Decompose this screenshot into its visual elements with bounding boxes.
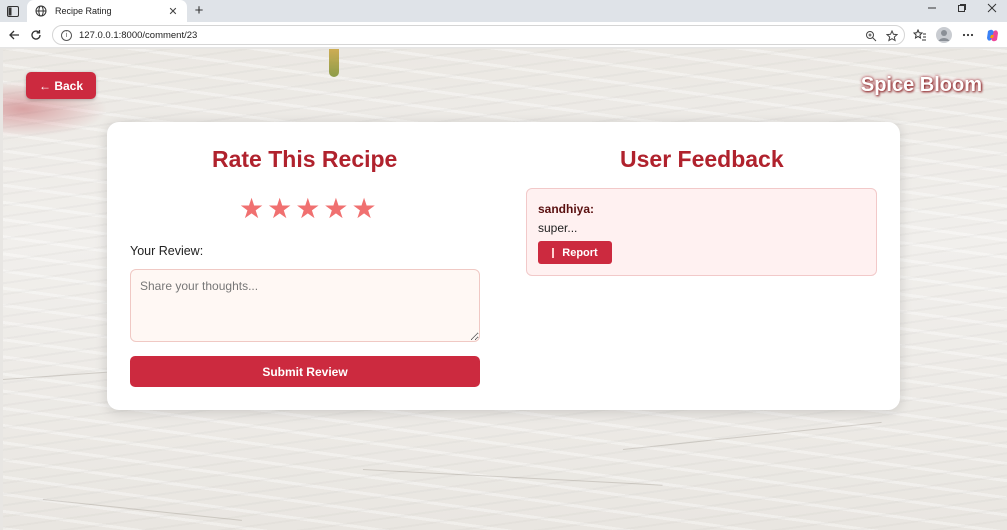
report-button[interactable]: Report (538, 241, 612, 264)
star-icon[interactable]: ★ (295, 195, 320, 223)
star-icon[interactable]: ★ (323, 195, 348, 223)
wood-grain (622, 421, 882, 450)
url-text: 127.0.0.1:8000/comment/23 (79, 29, 198, 41)
browser-tab[interactable]: Recipe Rating ✕ (27, 0, 187, 22)
submit-review-button[interactable]: Submit Review (130, 356, 480, 387)
address-bar: i 127.0.0.1:8000/comment/23 (0, 22, 1007, 48)
star-rating: ★ ★ ★ ★ ★ (239, 195, 377, 223)
globe-icon (35, 5, 47, 17)
back-icon[interactable] (6, 27, 22, 43)
info-icon[interactable]: i (61, 29, 72, 41)
favorites-icon[interactable] (912, 27, 928, 43)
profile-icon[interactable] (936, 27, 952, 43)
tab-title: Recipe Rating (55, 6, 112, 16)
copilot-icon[interactable] (984, 27, 1000, 43)
wood-grain (42, 499, 242, 521)
report-label: Report (562, 246, 598, 259)
zoom-icon[interactable] (864, 29, 878, 43)
page-background: ← Back Spice Bloom Rate This Recipe ★ ★ … (3, 49, 1007, 530)
review-label: Your Review: (130, 244, 204, 258)
decorative-sprig (329, 49, 339, 77)
back-button[interactable]: ← Back (26, 72, 96, 99)
close-icon[interactable] (985, 3, 999, 16)
refresh-icon[interactable] (28, 27, 44, 43)
url-field[interactable]: i 127.0.0.1:8000/comment/23 (52, 25, 905, 45)
close-icon[interactable]: ✕ (167, 5, 179, 18)
rating-title: Rate This Recipe (212, 146, 398, 172)
review-input[interactable] (130, 269, 480, 342)
star-icon[interactable]: ★ (267, 195, 292, 223)
main-card: Rate This Recipe ★ ★ ★ ★ ★ Your Review: … (107, 122, 900, 410)
feedback-title: User Feedback (620, 146, 784, 172)
plus-icon[interactable]: + (192, 2, 206, 19)
flag-icon (552, 247, 555, 258)
minimize-icon[interactable] (925, 3, 939, 16)
more-icon[interactable] (960, 27, 976, 43)
browser-tab-bar: Recipe Rating ✕ + (0, 0, 1007, 22)
feedback-user: sandhiya: (538, 202, 595, 216)
wood-grain (362, 469, 663, 486)
star-icon[interactable] (885, 29, 899, 43)
sidebar-icon[interactable] (6, 4, 20, 18)
star-icon[interactable]: ★ (351, 195, 376, 223)
feedback-item: sandhiya: super... Report (526, 188, 877, 276)
restore-icon[interactable] (955, 3, 969, 16)
feedback-text: super... (538, 221, 578, 235)
brand-logo: Spice Bloom (860, 74, 982, 96)
star-icon[interactable]: ★ (239, 195, 264, 223)
